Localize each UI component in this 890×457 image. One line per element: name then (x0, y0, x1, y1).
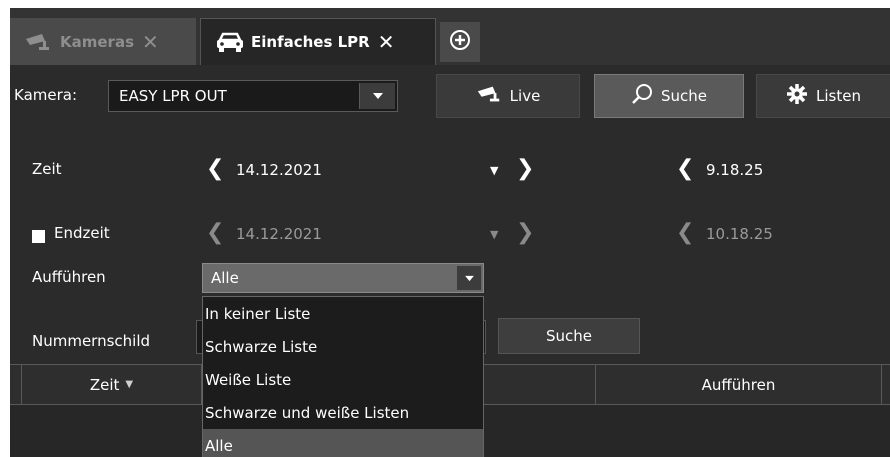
dropdown-option-none[interactable]: In keiner Liste (203, 297, 483, 330)
add-tab-button[interactable] (440, 22, 480, 62)
chevron-down-icon[interactable] (457, 266, 481, 290)
sort-descending-icon: ▼ (125, 379, 134, 390)
lpr-window: Kameras ✕ Einfaches LPR ✕ Kamera: EASY L… (10, 8, 890, 457)
time-prev-icon[interactable]: ❮ (676, 158, 694, 180)
lists-button-label: Listen (816, 87, 861, 105)
search-mode-button-label: Suche (660, 87, 707, 105)
tab-kameras-label: Kameras (60, 32, 134, 51)
dropdown-option-black-and-white[interactable]: Schwarze und weiße Listen (203, 396, 483, 429)
list-filter-label: Aufführen (32, 268, 106, 286)
live-button-label: Live (509, 87, 541, 105)
column-header-list[interactable]: Aufführen (596, 365, 882, 405)
live-button[interactable]: Live (436, 74, 580, 118)
date-dropdown-icon[interactable]: ▼ (490, 164, 498, 177)
start-date-value[interactable]: 14.12.2021 (236, 161, 322, 179)
list-filter-value: Alle (211, 269, 239, 287)
column-header-list-label: Aufführen (701, 375, 776, 394)
list-filter-select[interactable]: Alle (202, 263, 484, 293)
tab-einfaches-lpr[interactable]: Einfaches LPR ✕ (200, 18, 436, 65)
end-date-dropdown-icon: ▼ (490, 228, 499, 241)
dropdown-option-whitelist[interactable]: Weiße Liste (203, 363, 483, 396)
lists-button[interactable]: Listen (756, 74, 890, 118)
tab-kameras[interactable]: Kameras ✕ (10, 18, 196, 65)
camera-label: Kamera: (14, 86, 78, 104)
endtime-checkbox[interactable] (32, 230, 45, 243)
end-date-prev-icon: ❮ (206, 220, 225, 245)
tab-einfaches-lpr-close-icon[interactable]: ✕ (378, 32, 395, 52)
cctv-camera-icon (24, 31, 54, 53)
endtime-label: Endzeit (54, 224, 110, 242)
plus-circle-icon (449, 29, 471, 55)
search-button-label: Suche (545, 327, 592, 345)
column-header-time[interactable]: Zeit ▼ (22, 365, 202, 405)
table-header-spacer-right (882, 365, 890, 405)
cctv-camera-icon (476, 84, 502, 108)
plate-label: Nummernschild (32, 332, 151, 350)
end-time-prev-icon: ❮ (676, 220, 695, 245)
date-next-icon[interactable]: ❯ (516, 158, 534, 180)
list-filter-dropdown: In keiner Liste Schwarze Liste Weiße Lis… (202, 296, 484, 457)
end-date-value: 14.12.2021 (236, 225, 322, 243)
camera-select-value: EASY LPR OUT (119, 87, 227, 105)
tab-bar: Kameras ✕ Einfaches LPR ✕ (10, 8, 890, 65)
tab-kameras-close-icon[interactable]: ✕ (142, 32, 159, 52)
date-prev-icon[interactable]: ❮ (206, 158, 224, 180)
end-date-next-icon: ❯ (516, 220, 535, 245)
search-mode-button[interactable]: Suche (594, 74, 744, 118)
start-time-value[interactable]: 9.18.25 (706, 161, 763, 179)
chevron-down-icon[interactable] (359, 83, 395, 109)
end-time-value: 10.18.25 (706, 225, 773, 243)
camera-select[interactable]: EASY LPR OUT (108, 80, 398, 112)
table-header-spacer (10, 365, 22, 405)
column-header-time-label: Zeit (89, 375, 120, 394)
time-label: Zeit (32, 160, 62, 178)
search-button[interactable]: Suche (498, 318, 640, 354)
dropdown-option-all[interactable]: Alle (203, 429, 483, 457)
search-icon (631, 83, 653, 109)
dropdown-option-blacklist[interactable]: Schwarze Liste (203, 330, 483, 363)
car-icon (215, 31, 245, 53)
gear-icon (786, 83, 808, 109)
tab-einfaches-lpr-label: Einfaches LPR (251, 33, 370, 51)
